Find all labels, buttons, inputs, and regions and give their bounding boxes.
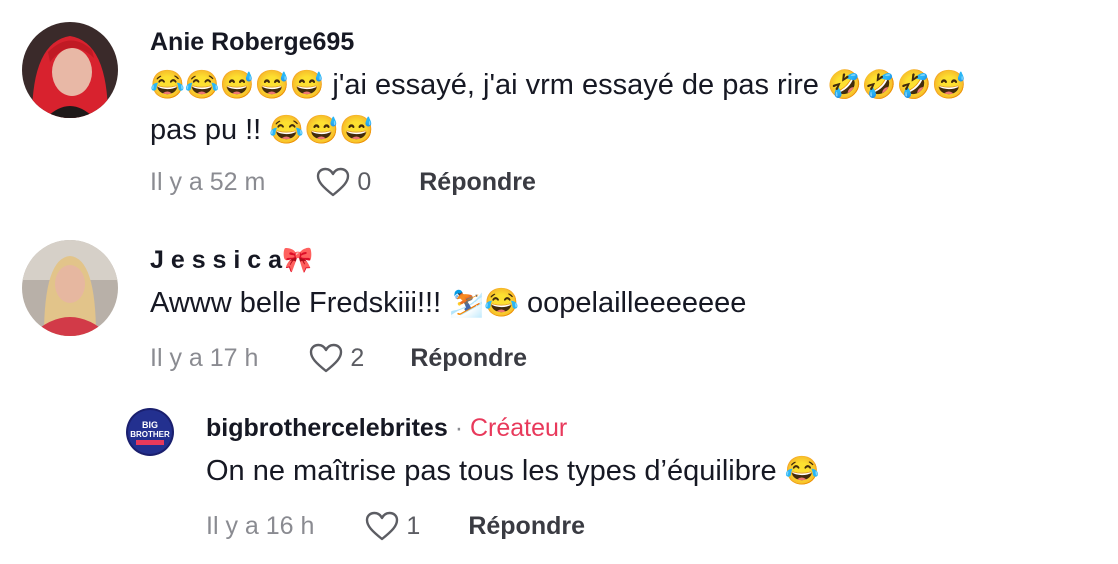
comment-text-suffix: oopelailleeeeeee <box>527 287 747 319</box>
heart-outline-icon <box>310 343 343 373</box>
like-count: 0 <box>357 167 372 196</box>
comment-emoji: ⛷️😂 <box>449 287 519 318</box>
reply-button[interactable]: Répondre <box>468 512 585 541</box>
comment-emoji: 😂😂😅😅😅 <box>150 69 325 100</box>
svg-text:BROTHER: BROTHER <box>130 430 170 439</box>
username-text: bigbrothercelebrites <box>206 414 448 442</box>
comment-text-body: pas pu !! <box>150 114 262 146</box>
reply-button[interactable]: Répondre <box>410 344 527 373</box>
heart-outline-icon <box>317 167 350 197</box>
comment-text: Awww belle Fredskiii!!! ⛷️😂 oopelailleee… <box>150 279 746 327</box>
comment-text-body: Awww belle Fredskiii!!! <box>150 287 442 319</box>
comment-meta: Il y a 52 m 0 Répondre <box>150 162 536 202</box>
comment-text: pas pu !! 😂😅😅 <box>150 106 374 154</box>
comment-username[interactable]: J e s s i c a🎀 <box>150 246 313 275</box>
avatar[interactable] <box>22 240 118 336</box>
comment-text-body: j'ai essayé, j'ai vrm essayé de pas rire <box>332 69 819 101</box>
comment-timestamp: Il y a 16 h <box>206 511 315 540</box>
username-emoji: 🎀 <box>282 246 314 274</box>
comment-emoji: 🤣🤣🤣😅 <box>827 69 967 100</box>
like-button[interactable]: 0 <box>315 166 371 198</box>
comment-emoji: 😂😅😅 <box>269 114 374 145</box>
comment-timestamp: Il y a 52 m <box>150 167 266 196</box>
username-text: J e s s i c a <box>150 246 283 274</box>
separator-dot: · <box>454 414 464 442</box>
like-count: 1 <box>406 511 421 540</box>
comment-text-body: On ne maîtrise pas tous les types d’équi… <box>206 455 777 487</box>
heart-outline-icon <box>366 511 399 541</box>
comment-username[interactable]: bigbrothercelebrites · Créateur <box>206 414 567 443</box>
comment-text: On ne maîtrise pas tous les types d’équi… <box>206 447 820 495</box>
comment-username[interactable]: Anie Roberge695 <box>150 28 354 57</box>
reply-button[interactable]: Répondre <box>419 168 536 197</box>
creator-avatar[interactable]: BIG BROTHER <box>126 408 174 456</box>
avatar[interactable] <box>22 22 118 118</box>
svg-text:BIG: BIG <box>142 420 158 430</box>
like-button[interactable]: 2 <box>308 342 364 374</box>
creator-badge: Créateur <box>469 414 568 442</box>
like-button[interactable]: 1 <box>364 510 420 542</box>
comment-text: 😂😂😅😅😅 j'ai essayé, j'ai vrm essayé de pa… <box>150 61 966 109</box>
comment-meta: Il y a 16 h 1 Répondre <box>206 506 585 546</box>
comment-timestamp: Il y a 17 h <box>150 343 259 372</box>
comment-emoji: 😂 <box>784 455 820 486</box>
comment-meta: Il y a 17 h 2 Répondre <box>150 338 527 378</box>
like-count: 2 <box>350 343 365 372</box>
